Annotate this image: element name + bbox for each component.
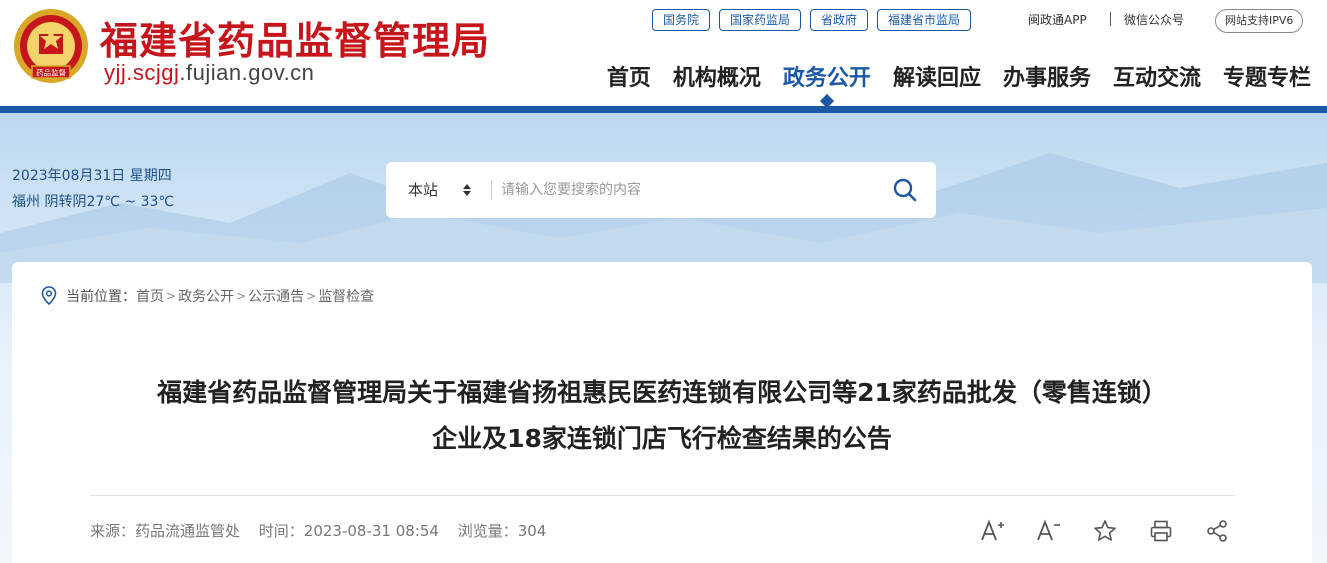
current-date: 2023年08月31日 星期四 <box>12 168 172 184</box>
article-title: 福建省药品监督管理局关于福建省扬祖惠民医药连锁有限公司等21家药品批发（零售连锁… <box>72 370 1252 462</box>
search-box: 本站 <box>386 162 936 218</box>
breadcrumb-home[interactable]: 首页 <box>136 286 164 306</box>
breadcrumb-inspection[interactable]: 监督检查 <box>318 286 374 306</box>
link-nmpa[interactable]: 国家药监局 <box>719 9 802 31</box>
site-header: 药品监督 福建省药品监督管理局 yjj.scjgj.fujian.gov.cn … <box>0 0 1327 106</box>
article-meta: 来源：药品流通监管处 时间：2023-08-31 08:54 浏览量：304 <box>90 520 560 541</box>
nav-home[interactable]: 首页 <box>607 60 651 92</box>
font-increase-icon[interactable] <box>978 518 1008 544</box>
article-title-line2: 企业及18家连锁门店飞行检查结果的公告 <box>432 424 892 453</box>
sort-arrows-icon[interactable] <box>461 182 473 198</box>
top-links: 国务院 国家药监局 省政府 福建省市监局 <box>652 9 972 31</box>
breadcrumb-notices[interactable]: 公示通告 <box>248 286 304 306</box>
svg-text:药品监督: 药品监督 <box>36 68 66 78</box>
link-market-supervision[interactable]: 福建省市监局 <box>877 9 972 31</box>
site-domain: yjj.scjgj.fujian.gov.cn <box>104 60 315 85</box>
article-title-line1: 福建省药品监督管理局关于福建省扬祖惠民医药连锁有限公司等21家药品批发（零售连锁… <box>157 378 1167 407</box>
main-nav: 首页 机构概况 政务公开 解读回应 办事服务 互动交流 专题专栏 <box>607 60 1311 92</box>
print-icon[interactable] <box>1146 518 1176 544</box>
article-source: 来源：药品流通监管处 <box>90 522 241 540</box>
nav-topics[interactable]: 专题专栏 <box>1223 60 1311 92</box>
nav-services[interactable]: 办事服务 <box>1003 60 1091 92</box>
search-scope-select[interactable]: 本站 <box>408 162 438 218</box>
link-guowuyuan[interactable]: 国务院 <box>652 9 711 31</box>
link-province-gov[interactable]: 省政府 <box>810 9 869 31</box>
header-divider <box>0 106 1327 113</box>
search-input[interactable] <box>501 174 861 206</box>
emblem-logo-icon[interactable]: 药品监督 <box>12 6 90 88</box>
location-icon <box>41 286 57 306</box>
article-views: 浏览量：304 <box>457 522 547 540</box>
wechat-link[interactable]: 微信公众号 <box>1124 9 1184 31</box>
ipv6-badge: 网站支持IPV6 <box>1215 9 1304 33</box>
top-separator <box>1110 12 1111 26</box>
font-decrease-icon[interactable] <box>1034 518 1064 544</box>
breadcrumb-separator: > <box>236 289 247 303</box>
share-icon[interactable] <box>1202 518 1232 544</box>
article-time: 时间：2023-08-31 08:54 <box>258 522 439 540</box>
breadcrumb-separator: > <box>166 289 177 303</box>
article-tools <box>978 518 1232 544</box>
search-divider <box>491 180 492 200</box>
nav-about[interactable]: 机构概况 <box>673 60 761 92</box>
weather: 福州 阴转阴27℃ ~ 33℃ <box>12 194 175 210</box>
site-title[interactable]: 福建省药品监督管理局 <box>100 10 490 65</box>
breadcrumb: 当前位置： 首页 > 政务公开 > 公示通告 > 监督检查 <box>40 286 374 306</box>
nav-interpretation[interactable]: 解读回应 <box>893 60 981 92</box>
breadcrumb-label: 当前位置： <box>66 289 136 305</box>
title-divider <box>90 495 1235 496</box>
nav-interaction[interactable]: 互动交流 <box>1113 60 1201 92</box>
breadcrumb-separator: > <box>306 289 317 303</box>
nav-government-affairs[interactable]: 政务公开 <box>783 60 871 92</box>
article-card: 当前位置： 首页 > 政务公开 > 公示通告 > 监督检查 福建省药品监督管理局… <box>12 262 1312 563</box>
mzt-app-link[interactable]: 闽政通APP <box>1028 9 1087 31</box>
breadcrumb-government-affairs[interactable]: 政务公开 <box>178 286 234 306</box>
search-icon[interactable] <box>892 177 918 203</box>
star-icon[interactable] <box>1090 518 1120 544</box>
